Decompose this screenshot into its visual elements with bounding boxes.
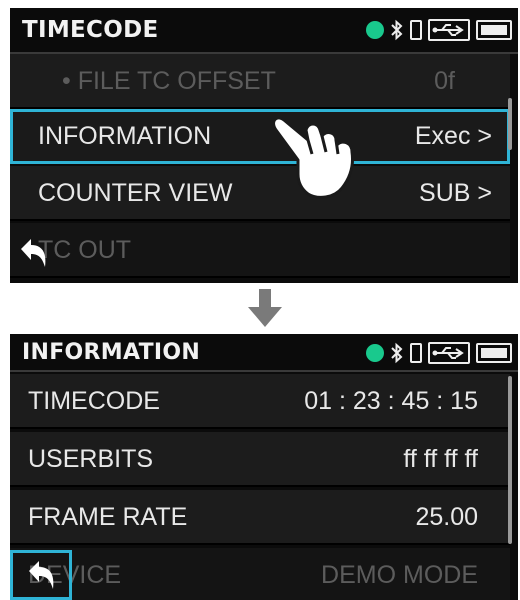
screen-title: INFORMATION	[22, 340, 201, 365]
menu-item-value: 0f	[434, 67, 455, 95]
phone-icon	[410, 343, 422, 363]
info-label: FRAME RATE	[28, 503, 188, 531]
tap-hand-icon	[272, 116, 354, 199]
menu-item-file-tc-offset[interactable]: • FILE TC OFFSET 0f	[10, 54, 510, 109]
menu-item-counter-view[interactable]: COUNTER VIEW SUB >	[10, 166, 510, 221]
status-icons	[366, 334, 512, 372]
timecode-screen: TIMECODE • FILE TC OFFSET 0f INFORMATION…	[10, 8, 518, 283]
menu-item-tc-out[interactable]: TC OUT	[10, 223, 510, 278]
phone-icon	[410, 20, 422, 40]
info-label: TIMECODE	[28, 387, 160, 415]
menu-item-label: • FILE TC OFFSET	[62, 67, 276, 95]
battery-icon	[476, 20, 512, 40]
info-value: ff ff ff ff	[403, 445, 478, 473]
back-arrow-icon	[21, 239, 46, 267]
info-row-userbits: USERBITS ff ff ff ff	[10, 432, 510, 487]
menu-item-label: COUNTER VIEW	[38, 179, 233, 207]
back-button[interactable]	[10, 230, 56, 276]
bluetooth-icon	[391, 342, 403, 364]
status-dot-icon	[366, 344, 384, 362]
transition-arrow-icon	[248, 289, 282, 327]
status-bar: TIMECODE	[10, 8, 518, 54]
bluetooth-icon	[391, 19, 403, 41]
info-row-frame-rate: FRAME RATE 25.00	[10, 490, 510, 545]
back-arrow-icon	[29, 561, 54, 589]
menu-item-information[interactable]: INFORMATION Exec >	[10, 109, 510, 164]
status-dot-icon	[366, 21, 384, 39]
info-label: USERBITS	[28, 445, 154, 473]
usb-icon	[428, 342, 470, 364]
screen-title: TIMECODE	[22, 17, 159, 43]
info-row-timecode: TIMECODE 01 : 23 : 45 : 15	[10, 374, 510, 429]
status-icons	[366, 8, 512, 52]
menu-item-value: Exec >	[414, 122, 492, 150]
scrollbar[interactable]	[508, 376, 512, 544]
menu-item-value: SUB >	[419, 179, 492, 207]
usb-icon	[428, 19, 470, 41]
status-bar: INFORMATION	[10, 334, 518, 372]
information-screen: INFORMATION TIMECODE 01 : 23 : 45 : 15 U…	[10, 334, 518, 600]
info-row-device: DEVICE DEMO MODE	[10, 548, 510, 600]
info-value: DEMO MODE	[321, 561, 478, 589]
battery-icon	[476, 343, 512, 363]
info-value: 01 : 23 : 45 : 15	[304, 387, 478, 415]
back-button[interactable]	[10, 550, 72, 600]
scrollbar[interactable]	[508, 98, 512, 150]
info-value: 25.00	[415, 503, 478, 531]
menu-item-label: INFORMATION	[38, 122, 212, 150]
